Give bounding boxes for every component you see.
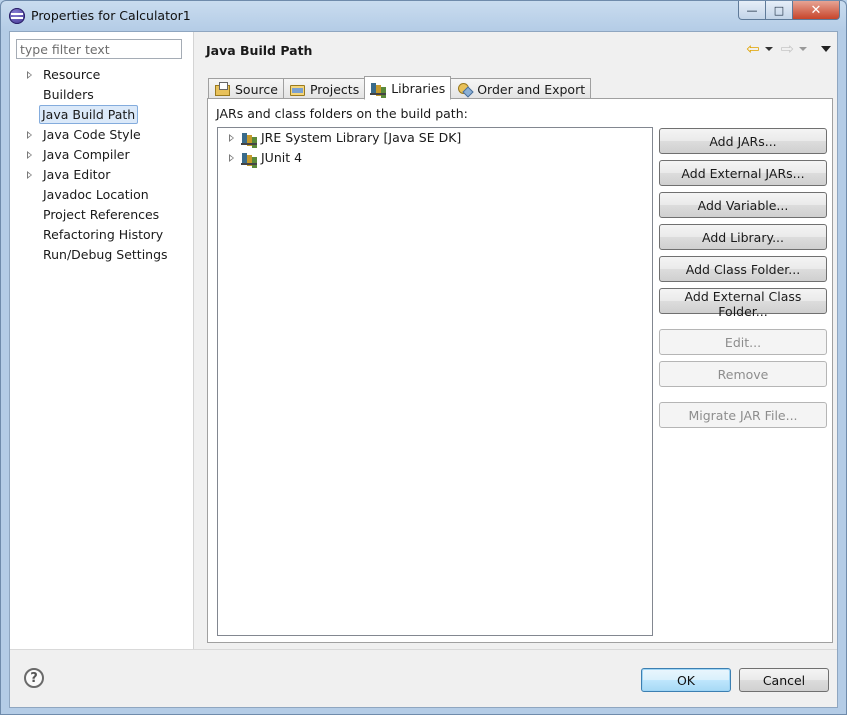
nav-item-label: Builders [43,87,94,102]
tab-order-and-export[interactable]: Order and Export [450,78,592,99]
nav-item-resource[interactable]: Resource [10,65,193,85]
button-bar-separator [10,649,837,650]
property-page: Java Build Path ⇦ ⇨ Source Projects Libr… [194,32,837,649]
nav-item-run-debug-settings[interactable]: Run/Debug Settings [10,245,193,265]
tree-item-junit-4[interactable]: JUnit 4 [218,148,652,168]
libraries-label: JARs and class folders on the build path… [216,106,468,121]
remove-button[interactable]: Remove [659,361,827,387]
nav-item-label: Run/Debug Settings [43,247,168,262]
add-external-jars-button[interactable]: Add External JARs... [659,160,827,186]
nav-item-label: Java Compiler [43,147,130,162]
nav-item-builders[interactable]: Builders [10,85,193,105]
nav-item-label: Java Build Path [39,105,139,124]
nav-item-javadoc-location[interactable]: Javadoc Location [10,185,193,205]
minimize-button[interactable]: — [738,1,766,20]
add-external-class-folder-button[interactable]: Add External Class Folder... [659,288,827,319]
tab-label: Source [235,81,278,97]
tab-source[interactable]: Source [208,78,284,99]
navigation-pane: Resource Builders Java Build Path Java C… [10,32,194,649]
history-toolbar: ⇦ ⇨ [746,41,831,57]
tab-projects[interactable]: Projects [282,78,366,99]
libraries-panel: JARs and class folders on the build path… [207,98,833,643]
nav-item-refactoring-history[interactable]: Refactoring History [10,225,193,245]
nav-item-label: Java Editor [43,167,111,182]
nav-item-label: Refactoring History [43,227,164,242]
cancel-button[interactable]: Cancel [739,668,829,692]
edit-button[interactable]: Edit... [659,329,827,355]
tree-item-label: JUnit 4 [261,150,303,165]
nav-item-label: Resource [43,67,101,82]
ok-button[interactable]: OK [641,668,731,692]
library-tree[interactable]: JRE System Library [Java SE DK] JUnit 4 [217,127,653,636]
expand-arrow-icon[interactable] [27,71,32,79]
add-variable-button[interactable]: Add Variable... [659,192,827,218]
tree-item-jre-system-library[interactable]: JRE System Library [Java SE DK] [218,128,652,148]
title-bar[interactable]: Properties for Calculator1 — □ ✕ [1,1,846,31]
dialog-client: Resource Builders Java Build Path Java C… [9,31,838,708]
order-export-icon [456,82,472,96]
expand-arrow-icon[interactable] [27,151,32,159]
build-path-tabs: Source Projects Libraries Order and Expo… [208,75,592,100]
window-controls: — □ ✕ [738,1,840,20]
page-title: Java Build Path [206,43,313,58]
back-dropdown-icon[interactable] [764,47,773,51]
expand-arrow-icon[interactable] [229,154,234,162]
nav-item-java-compiler[interactable]: Java Compiler [10,145,193,165]
libraries-icon [370,81,387,95]
help-icon[interactable]: ? [24,668,44,688]
expand-arrow-icon[interactable] [229,134,234,142]
nav-item-label: Javadoc Location [43,187,149,202]
window-title: Properties for Calculator1 [31,8,191,23]
tab-libraries[interactable]: Libraries [364,76,452,100]
add-jars-button[interactable]: Add JARs... [659,128,827,154]
nav-item-java-build-path[interactable]: Java Build Path [10,105,193,125]
property-page-list: Resource Builders Java Build Path Java C… [10,65,193,265]
properties-window: Properties for Calculator1 — □ ✕ Resourc… [0,0,847,715]
expand-arrow-icon[interactable] [27,171,32,179]
nav-item-java-editor[interactable]: Java Editor [10,165,193,185]
library-icon [241,151,257,165]
library-icon [241,131,257,145]
add-class-folder-button[interactable]: Add Class Folder... [659,256,827,282]
nav-item-label: Java Code Style [43,127,141,142]
expand-arrow-icon[interactable] [27,131,32,139]
projects-icon [289,82,305,96]
migrate-jar-button[interactable]: Migrate JAR File... [659,402,827,428]
tree-item-label: JRE System Library [Java SE DK] [261,130,462,145]
nav-item-project-references[interactable]: Project References [10,205,193,225]
source-folder-icon [214,82,230,96]
tab-label: Projects [309,81,360,97]
forward-arrow-icon: ⇨ [780,39,794,58]
nav-item-label: Project References [43,207,160,222]
tab-label: Order and Export [477,81,586,97]
filter-input[interactable] [16,39,182,59]
maximize-button[interactable]: □ [766,1,793,20]
close-button[interactable]: ✕ [793,1,840,20]
view-menu-icon[interactable] [821,46,831,52]
forward-dropdown-icon [799,47,807,51]
back-arrow-icon[interactable]: ⇦ [746,41,759,57]
tab-label: Libraries [391,80,446,96]
eclipse-icon [9,8,25,24]
add-library-button[interactable]: Add Library... [659,224,827,250]
nav-item-java-code-style[interactable]: Java Code Style [10,125,193,145]
